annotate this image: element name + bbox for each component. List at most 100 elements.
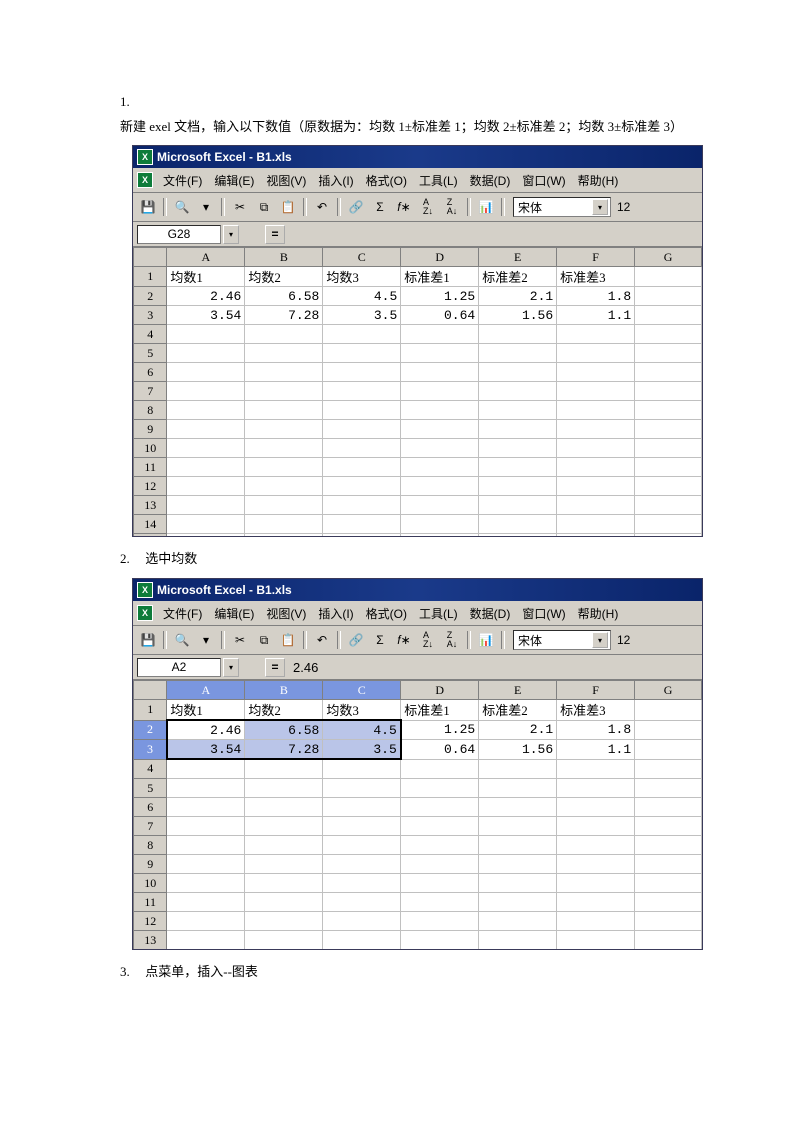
select-all-corner[interactable]: [134, 248, 167, 267]
cell[interactable]: 1.25: [401, 720, 479, 740]
col-header-D[interactable]: D: [401, 681, 479, 700]
row-header[interactable]: 12: [134, 477, 167, 496]
print-preview-icon[interactable]: 🔍: [171, 196, 193, 218]
row-header[interactable]: 2: [134, 287, 167, 306]
cell-selected-active[interactable]: 2.46: [167, 720, 245, 740]
row-header[interactable]: 4: [134, 325, 167, 344]
row-header[interactable]: 7: [134, 817, 167, 836]
sort-desc-icon[interactable]: ZA↓: [441, 629, 463, 651]
row-header[interactable]: 10: [134, 439, 167, 458]
row-header[interactable]: 5: [134, 344, 167, 363]
col-header-A[interactable]: A: [167, 681, 245, 700]
function-icon[interactable]: f∗: [393, 629, 415, 651]
row-header[interactable]: 7: [134, 382, 167, 401]
cell[interactable]: 均数3: [323, 267, 401, 287]
cell[interactable]: [635, 720, 702, 740]
cell[interactable]: 0.64: [401, 306, 479, 325]
name-box[interactable]: A2: [137, 658, 221, 677]
menu-insert[interactable]: 插入(I): [314, 172, 357, 189]
row-header[interactable]: 8: [134, 401, 167, 420]
cell[interactable]: [635, 700, 702, 721]
print-preview-dd-icon[interactable]: ▾: [195, 629, 217, 651]
cell[interactable]: 1.56: [479, 306, 557, 325]
cell[interactable]: 7.28: [245, 306, 323, 325]
menu-tools[interactable]: 工具(L): [415, 605, 462, 622]
spreadsheet-grid[interactable]: A B C D E F G 1 均数1 均数2 均数3 标准差1 标准差2 标准…: [133, 247, 702, 537]
font-select[interactable]: 宋体 ▾: [513, 630, 611, 650]
menu-help[interactable]: 帮助(H): [574, 605, 623, 622]
row-header[interactable]: 10: [134, 874, 167, 893]
cell[interactable]: 标准差1: [401, 267, 479, 287]
row-header[interactable]: 3: [134, 740, 167, 760]
menu-data[interactable]: 数据(D): [466, 172, 515, 189]
row-header[interactable]: 9: [134, 420, 167, 439]
cell[interactable]: 均数2: [245, 700, 323, 721]
row-header[interactable]: 14: [134, 515, 167, 534]
cell[interactable]: 1.8: [557, 720, 635, 740]
cell-selected[interactable]: 3.54: [167, 740, 245, 760]
cell[interactable]: 标准差3: [557, 267, 635, 287]
save-icon[interactable]: 💾: [137, 196, 159, 218]
menu-view[interactable]: 视图(V): [262, 172, 310, 189]
col-header-E[interactable]: E: [479, 248, 557, 267]
cell[interactable]: 3.54: [167, 306, 245, 325]
menu-format[interactable]: 格式(O): [362, 605, 411, 622]
cell-selected[interactable]: 3.5: [323, 740, 401, 760]
equals-button[interactable]: =: [265, 225, 285, 244]
cell[interactable]: 4.5: [323, 287, 401, 306]
cell[interactable]: 0.64: [401, 740, 479, 760]
menu-tools[interactable]: 工具(L): [415, 172, 462, 189]
col-header-C[interactable]: C: [323, 248, 401, 267]
row-header[interactable]: 2: [134, 720, 167, 740]
row-header[interactable]: 13: [134, 496, 167, 515]
copy-icon[interactable]: ⧉: [253, 629, 275, 651]
chart-wizard-icon[interactable]: 📊: [475, 196, 497, 218]
menu-help[interactable]: 帮助(H): [574, 172, 623, 189]
cell[interactable]: 标准差2: [479, 700, 557, 721]
menu-format[interactable]: 格式(O): [362, 172, 411, 189]
cell[interactable]: [635, 306, 702, 325]
row-header[interactable]: 1: [134, 267, 167, 287]
autosum-icon[interactable]: Σ: [369, 196, 391, 218]
print-preview-icon[interactable]: 🔍: [171, 629, 193, 651]
row-header[interactable]: 11: [134, 458, 167, 477]
col-header-F[interactable]: F: [557, 681, 635, 700]
chart-wizard-icon[interactable]: 📊: [475, 629, 497, 651]
name-box-dropdown-icon[interactable]: ▾: [223, 658, 239, 677]
select-all-corner[interactable]: [134, 681, 167, 700]
menu-view[interactable]: 视图(V): [262, 605, 310, 622]
row-header[interactable]: 4: [134, 759, 167, 779]
sort-asc-icon[interactable]: AZ↓: [417, 629, 439, 651]
undo-icon[interactable]: ↶: [311, 196, 333, 218]
cell[interactable]: 2.1: [479, 720, 557, 740]
col-header-B[interactable]: B: [245, 248, 323, 267]
name-box[interactable]: G28: [137, 225, 221, 244]
equals-button[interactable]: =: [265, 658, 285, 677]
cell[interactable]: 1.56: [479, 740, 557, 760]
undo-icon[interactable]: ↶: [311, 629, 333, 651]
cell[interactable]: 标准差3: [557, 700, 635, 721]
row-header[interactable]: 12: [134, 912, 167, 931]
spreadsheet-grid[interactable]: A B C D E F G 1 均数1 均数2 均数3 标准差1 标准差2 标准…: [133, 680, 702, 950]
cell[interactable]: 2.46: [167, 287, 245, 306]
menu-window[interactable]: 窗口(W): [518, 172, 569, 189]
menu-file[interactable]: 文件(F): [159, 605, 206, 622]
row-header[interactable]: 5: [134, 779, 167, 798]
row-header[interactable]: 11: [134, 893, 167, 912]
cell[interactable]: 均数1: [167, 700, 245, 721]
cell[interactable]: 1.8: [557, 287, 635, 306]
cell[interactable]: [635, 267, 702, 287]
cell[interactable]: 标准差2: [479, 267, 557, 287]
paste-icon[interactable]: 📋: [277, 629, 299, 651]
row-header[interactable]: 8: [134, 836, 167, 855]
cell[interactable]: 6.58: [245, 287, 323, 306]
paste-icon[interactable]: 📋: [277, 196, 299, 218]
cell[interactable]: [635, 740, 702, 760]
col-header-A[interactable]: A: [167, 248, 245, 267]
cell[interactable]: 1.25: [401, 287, 479, 306]
row-header[interactable]: 15: [134, 534, 167, 538]
cell-selected[interactable]: 4.5: [323, 720, 401, 740]
menu-edit[interactable]: 编辑(E): [210, 605, 258, 622]
cell[interactable]: 2.1: [479, 287, 557, 306]
cut-icon[interactable]: ✂: [229, 196, 251, 218]
